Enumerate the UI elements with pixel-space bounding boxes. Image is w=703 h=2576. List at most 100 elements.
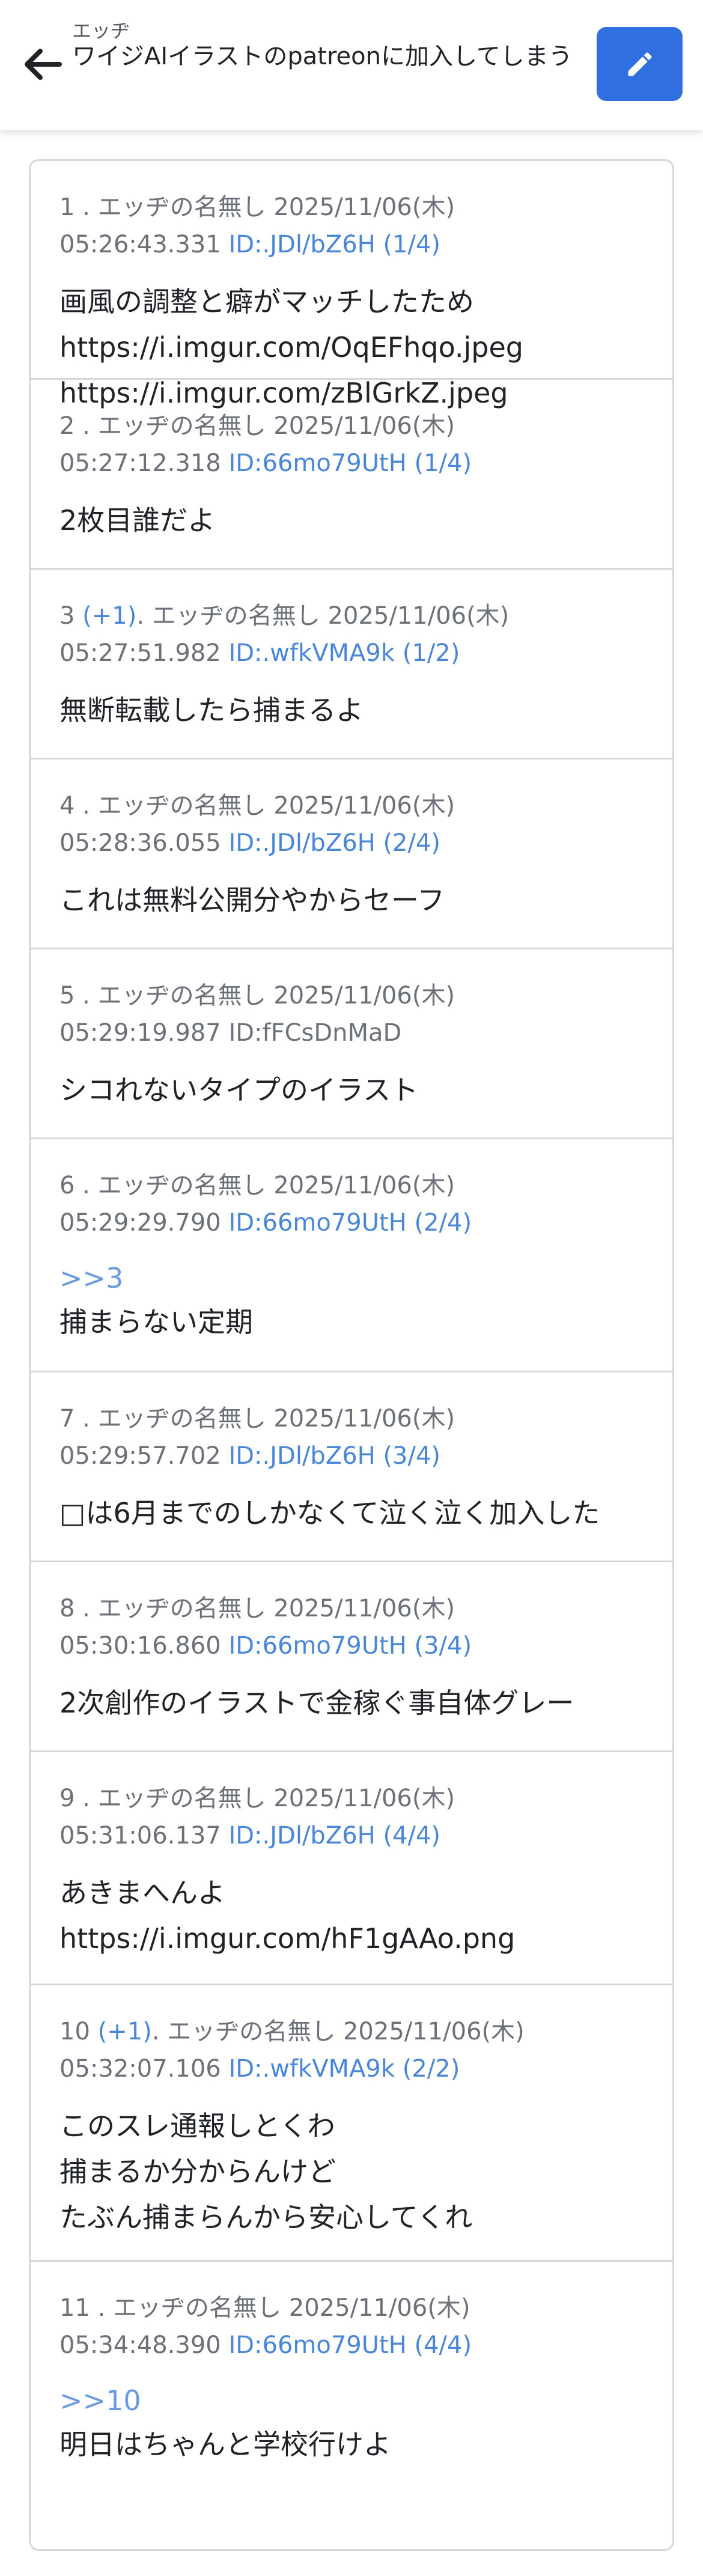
poster-id-link[interactable]: ID:.JDl/bZ6H (3/4) <box>228 1442 440 1470</box>
post-number[interactable]: 9 <box>59 1785 75 1812</box>
poster-id-link[interactable]: ID:66mo79UtH (1/4) <box>228 449 472 477</box>
post-time: 05:31:06.137 <box>59 1822 221 1850</box>
poster-name: エッヂの名無し <box>113 2294 282 2322</box>
post-header: 9 . エッヂの名無し 2025/11/06(木) 05:31:06.137 ID… <box>59 1785 455 1850</box>
post-header: 11 . エッヂの名無し 2025/11/06(木) 05:34:48.390 I… <box>59 2294 472 2359</box>
thread-title: ワイジAIイラストのpatreonに加入してしまう <box>72 43 573 70</box>
post-number[interactable]: 4 <box>59 792 75 820</box>
post-number[interactable]: 8 <box>59 1595 75 1622</box>
post-date: 2025/11/06(木) <box>273 982 455 1009</box>
poster-name: エッヂの名無し <box>151 602 320 630</box>
post-time: 05:29:29.790 <box>59 1209 221 1237</box>
post-text: 2次創作のイラストで金稼ぐ事自体グレー <box>59 1687 574 1719</box>
poster-id-link[interactable]: ID:.JDl/bZ6H (1/4) <box>228 231 440 258</box>
post-body: □は6月までのしかなくて泣く泣く加入した <box>59 1490 644 1536</box>
poster-name: エッヂの名無し <box>97 412 266 440</box>
reply-anchor-link[interactable]: >>10 <box>59 2380 644 2422</box>
poster-id-link: ID:fFCsDnMaD <box>228 1019 402 1047</box>
post-time: 05:34:48.390 <box>59 2331 221 2359</box>
post-time: 05:29:57.702 <box>59 1442 221 1470</box>
poster-name: エッヂの名無し <box>97 1172 266 1199</box>
compose-button[interactable] <box>597 27 683 101</box>
post-time: 05:30:16.860 <box>59 1632 221 1660</box>
poster-id-link[interactable]: ID:.wfkVMA9k (2/2) <box>228 2055 460 2083</box>
poster-id-link[interactable]: ID:66mo79UtH (2/4) <box>228 1209 472 1237</box>
poster-id-link[interactable]: ID:66mo79UtH (3/4) <box>228 1632 472 1660</box>
post-item: 7 . エッヂの名無し 2025/11/06(木) 05:29:57.702 ID… <box>31 1372 672 1562</box>
post-header: 3 (+1). エッヂの名無し 2025/11/06(木) 05:27:51.98… <box>59 602 510 667</box>
post-text: シコれないタイプのイラスト <box>59 1074 419 1106</box>
poster-id-link[interactable]: ID:66mo79UtH (4/4) <box>228 2331 472 2359</box>
post-date: 2025/11/06(木) <box>273 412 455 440</box>
back-button[interactable] <box>18 37 66 91</box>
post-header: 4 . エッヂの名無し 2025/11/06(木) 05:28:36.055 ID… <box>59 792 455 857</box>
post-item: 6 . エッヂの名無し 2025/11/06(木) 05:29:29.790 ID… <box>31 1139 672 1372</box>
post-header: 7 . エッヂの名無し 2025/11/06(木) 05:29:57.702 ID… <box>59 1405 455 1470</box>
post-body: あきまへんよ https://i.imgur.com/hF1gAAo.png <box>59 1870 644 1961</box>
post-body: >>3 捕まらない定期 <box>59 1257 644 1345</box>
post-body: シコれないタイプのイラスト <box>59 1067 644 1113</box>
arrow-left-icon <box>25 49 62 80</box>
post-item: 1 . エッヂの名無し 2025/11/06(木) 05:26:43.331 ID… <box>31 161 672 409</box>
post-time: 05:29:19.987 <box>59 1019 221 1047</box>
post-text: あきまへんよ https://i.imgur.com/hF1gAAo.png <box>59 1877 516 1955</box>
post-body: このスレ通報しとくわ 捕まるか分からんけど たぶん捕まらんから安心してくれ <box>59 2103 644 2240</box>
reply-anchor-link[interactable]: >>3 <box>59 1257 644 1299</box>
post-body: 2枚目誰だよ <box>59 498 644 543</box>
post-number[interactable]: 5 <box>59 982 75 1009</box>
reply-count-link[interactable]: (+1) <box>82 602 136 630</box>
pencil-icon <box>628 52 652 76</box>
post-body: 無断転載したら捕まるよ <box>59 687 644 733</box>
poster-name: エッヂの名無し <box>97 1405 266 1433</box>
post-date: 2025/11/06(木) <box>273 1785 455 1812</box>
post-date: 2025/11/06(木) <box>273 1172 455 1199</box>
post-item: 4 . エッヂの名無し 2025/11/06(木) 05:28:36.055 ID… <box>31 760 672 949</box>
post-number[interactable]: 7 <box>59 1405 75 1433</box>
poster-name: エッヂの名無し <box>97 1785 266 1812</box>
poster-id-link[interactable]: ID:.JDl/bZ6H (4/4) <box>228 1822 440 1850</box>
post-item: 9 . エッヂの名無し 2025/11/06(木) 05:31:06.137 ID… <box>31 1752 672 1985</box>
post-header: 1 . エッヂの名無し 2025/11/06(木) 05:26:43.331 ID… <box>59 193 455 258</box>
poster-id-link[interactable]: ID:.JDl/bZ6H (2/4) <box>228 829 440 857</box>
post-header: 10 (+1). エッヂの名無し 2025/11/06(木) 05:32:07.1… <box>59 2018 525 2083</box>
post-number[interactable]: 2 <box>59 412 75 440</box>
post-number[interactable]: 1 <box>59 193 75 221</box>
post-date: 2025/11/06(木) <box>273 792 455 820</box>
post-number[interactable]: 6 <box>59 1172 75 1199</box>
post-number[interactable]: 3 <box>59 602 75 630</box>
post-date: 2025/11/06(木) <box>342 2018 525 2045</box>
post-text: □は6月までのしかなくて泣く泣く加入した <box>59 1497 600 1529</box>
post-item: 8 . エッヂの名無し 2025/11/06(木) 05:30:16.860 ID… <box>31 1562 672 1752</box>
post-text: 明日はちゃんと学校行けよ <box>59 2428 391 2461</box>
post-body: 2次創作のイラストで金稼ぐ事自体グレー <box>59 1680 644 1726</box>
post-item: 2 . エッヂの名無し 2025/11/06(木) 05:27:12.318 ID… <box>31 380 672 570</box>
post-item: 3 (+1). エッヂの名無し 2025/11/06(木) 05:27:51.98… <box>31 570 672 760</box>
post-date: 2025/11/06(木) <box>273 1405 455 1433</box>
poster-name: エッヂの名無し <box>167 2018 336 2045</box>
post-number[interactable]: 11 <box>59 2294 90 2322</box>
post-time: 05:32:07.106 <box>59 2055 221 2083</box>
post-time: 05:26:43.331 <box>59 231 221 258</box>
post-text: 無断転載したら捕まるよ <box>59 694 364 726</box>
post-body: これは無料公開分やからセーフ <box>59 877 644 923</box>
post-date: 2025/11/06(木) <box>327 602 510 630</box>
post-time: 05:28:36.055 <box>59 829 221 857</box>
poster-id-link[interactable]: ID:.wfkVMA9k (1/2) <box>228 639 460 667</box>
post-header: 6 . エッヂの名無し 2025/11/06(木) 05:29:29.790 ID… <box>59 1172 472 1237</box>
post-time: 05:27:51.982 <box>59 639 221 667</box>
post-body: >>10 明日はちゃんと学校行けよ <box>59 2380 644 2467</box>
reply-count-link[interactable]: (+1) <box>98 2018 152 2045</box>
post-text: これは無料公開分やからセーフ <box>59 884 445 916</box>
post-header: 5 . エッヂの名無し 2025/11/06(木) 05:29:19.987 ID… <box>59 982 455 1047</box>
post-text: 捕まらない定期 <box>59 1306 253 1338</box>
poster-name: エッヂの名無し <box>97 1595 266 1622</box>
post-text: 2枚目誰だよ <box>59 504 216 537</box>
post-header: 8 . エッヂの名無し 2025/11/06(木) 05:30:16.860 ID… <box>59 1595 472 1660</box>
post-header: 2 . エッヂの名無し 2025/11/06(木) 05:27:12.318 ID… <box>59 412 472 477</box>
post-number[interactable]: 10 <box>59 2018 90 2045</box>
poster-name: エッヂの名無し <box>97 982 266 1009</box>
post-date: 2025/11/06(木) <box>273 1595 455 1622</box>
thread-header: エッヂ ワイジAIイラストのpatreonに加入してしまう <box>0 0 703 130</box>
post-date: 2025/11/06(木) <box>288 2294 470 2322</box>
post-text: このスレ通報しとくわ 捕まるか分からんけど たぶん捕まらんから安心してくれ <box>59 2110 473 2233</box>
